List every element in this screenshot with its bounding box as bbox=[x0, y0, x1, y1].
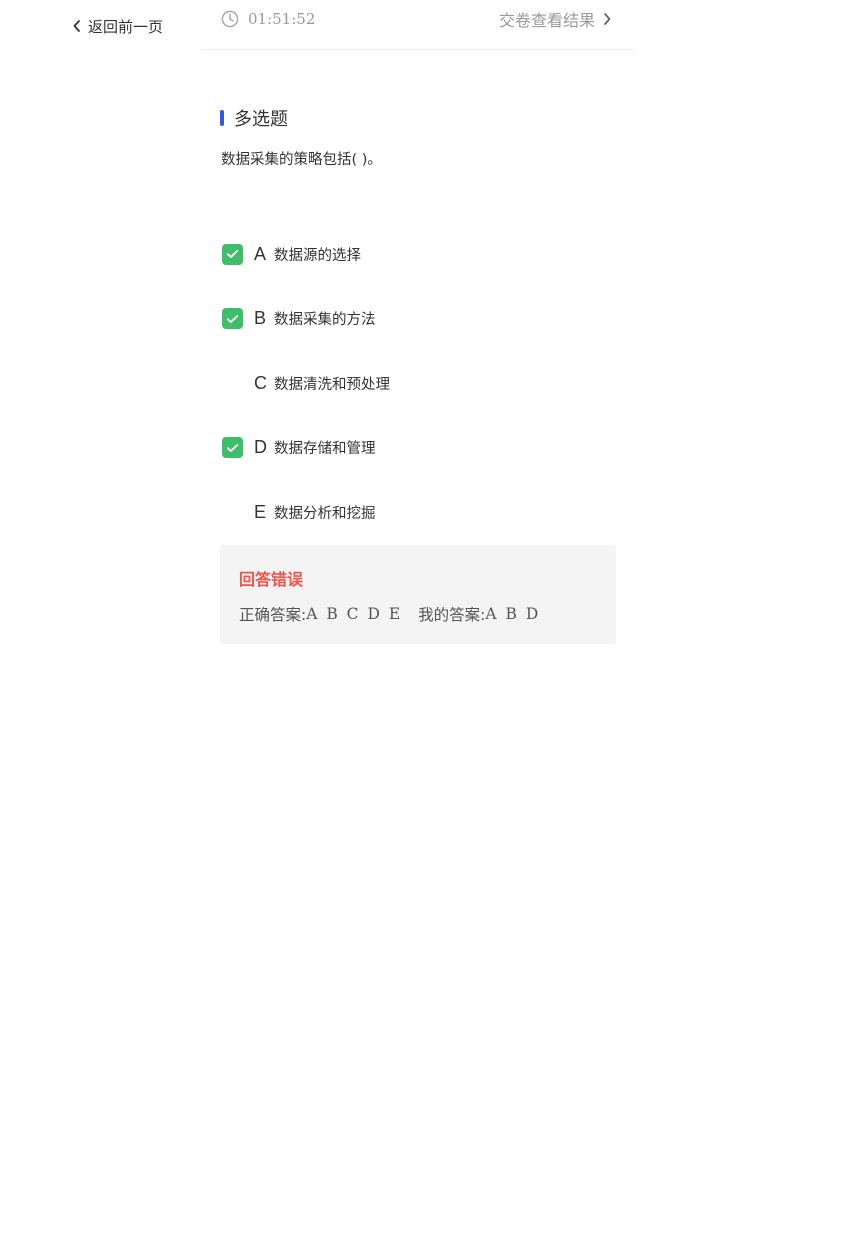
option-letter: A bbox=[254, 243, 267, 264]
submit-button[interactable]: 交卷查看结果 bbox=[499, 8, 612, 30]
question-type-label: 多选题 bbox=[234, 109, 288, 130]
checkbox-checked-icon[interactable] bbox=[222, 243, 243, 265]
option-b[interactable]: B 数据采集的方法 bbox=[222, 301, 622, 337]
timer-value: 01:51:52 bbox=[248, 10, 316, 28]
option-text: 数据源的选择 bbox=[274, 247, 361, 264]
back-label: 返回前一页 bbox=[88, 17, 164, 36]
checkbox-unchecked-icon[interactable] bbox=[222, 502, 243, 523]
top-bar: 01:51:52 交卷查看结果 bbox=[201, 0, 634, 50]
exam-timer: 01:51:52 bbox=[221, 8, 315, 30]
back-button[interactable]: 返回前一页 bbox=[72, 14, 163, 38]
option-text: 数据分析和挖掘 bbox=[274, 505, 376, 522]
my-answer-label: 我的答案: bbox=[418, 606, 486, 624]
chevron-left-icon bbox=[72, 19, 82, 33]
option-letter: B bbox=[254, 308, 267, 328]
chevron-right-icon bbox=[602, 12, 612, 26]
option-c[interactable]: C 数据清洗和预处理 bbox=[222, 365, 622, 401]
answer-summary: 正确答案: A B C D E 我的答案: A B D bbox=[239, 603, 540, 625]
option-d[interactable]: D 数据存储和管理 bbox=[222, 430, 622, 466]
option-list: A 数据源的选择 B 数据采集的方法 C 数据清洗和预处理 D 数据存储和管理 … bbox=[222, 236, 622, 559]
answer-result-panel: 回答错误 正确答案: A B C D E 我的答案: A B D bbox=[220, 545, 616, 644]
accent-bar bbox=[220, 110, 224, 126]
option-text: 数据采集的方法 bbox=[274, 312, 376, 328]
question-type-heading: 多选题 bbox=[220, 106, 288, 130]
option-text: 数据清洗和预处理 bbox=[274, 376, 390, 393]
correct-answer-value: A B C D E bbox=[306, 605, 403, 623]
clock-icon bbox=[221, 10, 239, 28]
correct-answer-label: 正确答案: bbox=[239, 606, 307, 624]
option-a[interactable]: A 数据源的选择 bbox=[222, 236, 622, 272]
option-letter: C bbox=[254, 372, 267, 393]
option-letter: D bbox=[254, 437, 267, 457]
question-text: 数据采集的策略包括( )。 bbox=[221, 152, 382, 168]
option-letter: E bbox=[254, 501, 267, 522]
option-text: 数据存储和管理 bbox=[274, 441, 376, 457]
my-answer-value: A B D bbox=[485, 605, 541, 623]
checkbox-checked-icon[interactable] bbox=[222, 308, 243, 329]
submit-label: 交卷查看结果 bbox=[498, 11, 595, 30]
option-e[interactable]: E 数据分析和挖掘 bbox=[222, 494, 622, 530]
checkbox-checked-icon[interactable] bbox=[222, 437, 243, 458]
result-status: 回答错误 bbox=[239, 570, 304, 589]
checkbox-unchecked-icon[interactable] bbox=[222, 373, 243, 394]
